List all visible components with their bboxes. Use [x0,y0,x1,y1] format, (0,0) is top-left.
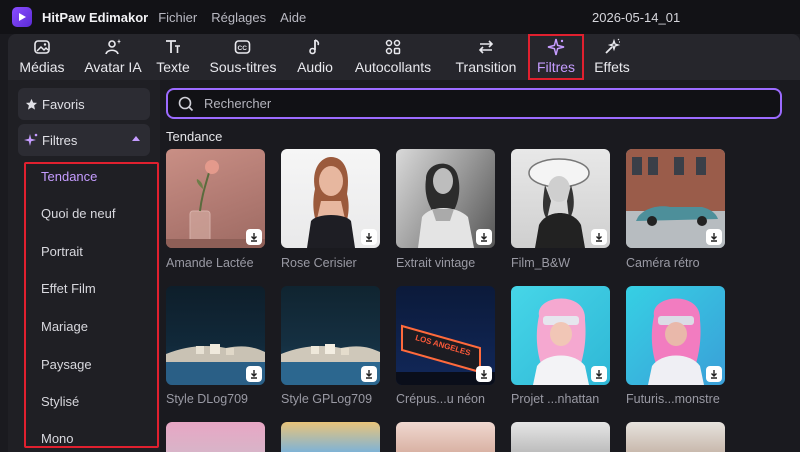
main-toolbar: Médias Avatar IA Texte CC Sous-titres Au… [8,34,800,80]
tab-sous-titres[interactable]: CC Sous-titres [196,34,290,80]
tab-label: Autocollants [354,59,432,75]
download-icon[interactable] [476,366,492,382]
tab-label: Texte [156,59,190,75]
app-logo-icon [12,7,32,27]
filter-label: Projet ...nhattan [511,392,600,406]
subtitles-icon: CC [234,40,251,54]
download-icon[interactable] [591,229,607,245]
filter-label: Rose Cerisier [281,256,357,270]
tab-label: Filtres [536,59,576,75]
tab-label: Sous-titres [209,59,277,75]
category-mono[interactable]: Mono [41,431,74,446]
filter-thumb-projet-manhattan[interactable] [511,286,610,385]
filter-thumb-crepuscule-neon[interactable]: LOS ANGELES [396,286,495,385]
tab-label: Médias [19,59,65,75]
search-input[interactable] [204,96,724,111]
filter-thumb-rose-cerisier[interactable] [281,149,380,248]
menu-aide[interactable]: Aide [280,10,306,25]
tab-transition[interactable]: Transition [446,34,526,80]
tab-effets[interactable]: Effets [584,34,640,80]
sidebar-label: Filtres [42,132,78,148]
tab-label: Effets [594,59,630,75]
section-title: Tendance [166,129,223,144]
search-bar[interactable] [166,88,782,119]
transition-icon [478,40,494,54]
filter-thumb-row3[interactable] [396,422,495,452]
filter-label: Style GPLog709 [281,392,373,406]
app-name: HitPaw Edimakor [42,9,149,25]
filter-label: Amande Lactée [166,256,254,270]
tab-medias[interactable]: Médias [8,34,76,80]
tab-texte[interactable]: Texte [150,34,196,80]
download-icon[interactable] [246,366,262,382]
tab-filtres[interactable]: Filtres [528,34,584,80]
filters-icon [24,133,38,147]
filter-label: Film_B&W [511,256,571,270]
project-name: 2026-05-14_01 [592,10,681,25]
tab-label: Avatar IA [84,59,142,75]
filter-label: Futuris...monstre [626,392,720,406]
audio-icon [309,39,320,55]
chevron-up-icon[interactable] [132,136,140,141]
download-icon[interactable] [246,229,262,245]
menu-bar: Fichier Réglages Aide [158,10,320,25]
category-mariage[interactable]: Mariage [41,319,88,334]
category-tendance[interactable]: Tendance [41,169,97,184]
filter-thumb-row3[interactable] [626,422,725,452]
menu-reglages[interactable]: Réglages [211,10,266,25]
star-icon [24,97,38,111]
filters-icon [547,38,565,56]
filter-thumb-futuriste-monstre[interactable] [626,286,725,385]
category-portrait[interactable]: Portrait [41,244,83,259]
filter-thumb-film-bw[interactable] [511,149,610,248]
filter-label: Crépus...u néon [396,392,485,406]
stickers-icon [385,39,401,55]
svg-text:CC: CC [238,45,248,52]
filter-thumb-row3[interactable] [511,422,610,452]
category-paysage[interactable]: Paysage [41,357,92,372]
filter-thumb-row3[interactable] [166,422,265,452]
filter-thumb-style-dlog709[interactable] [166,286,265,385]
filter-label: Style DLog709 [166,392,249,406]
tab-label: Transition [455,59,517,75]
menu-fichier[interactable]: Fichier [158,10,197,25]
category-stylise[interactable]: Stylisé [41,394,79,409]
download-icon[interactable] [476,229,492,245]
filter-label: Extrait vintage [396,256,476,270]
filter-thumb-row3[interactable] [281,422,380,452]
text-icon [166,40,180,53]
tab-autocollants[interactable]: Autocollants [340,34,446,80]
filter-label: Caméra rétro [626,256,700,270]
download-icon[interactable] [706,366,722,382]
avatar-ai-icon [105,39,121,55]
tab-avatar-ia[interactable]: Avatar IA [76,34,150,80]
sidebar-label: Favoris [42,96,85,112]
media-icon [34,40,50,54]
effects-icon [605,38,621,54]
title-bar: HitPaw Edimakor Fichier Réglages Aide 20… [0,0,800,34]
download-icon[interactable] [706,229,722,245]
search-icon [178,96,194,111]
tab-audio[interactable]: Audio [290,34,340,80]
filter-thumb-style-gplog709[interactable] [281,286,380,385]
download-icon[interactable] [361,366,377,382]
category-effet-film[interactable]: Effet Film [41,281,96,296]
tab-label: Audio [297,59,333,75]
sidebar-item-filtres[interactable]: Filtres [18,124,150,156]
filter-thumb-camera-retro[interactable] [626,149,725,248]
sidebar-item-favoris[interactable]: Favoris [18,88,150,120]
download-icon[interactable] [361,229,377,245]
filter-thumb-extrait-vintage[interactable] [396,149,495,248]
filter-thumb-amande-lactee[interactable] [166,149,265,248]
download-icon[interactable] [591,366,607,382]
category-quoi-de-neuf[interactable]: Quoi de neuf [41,206,115,221]
